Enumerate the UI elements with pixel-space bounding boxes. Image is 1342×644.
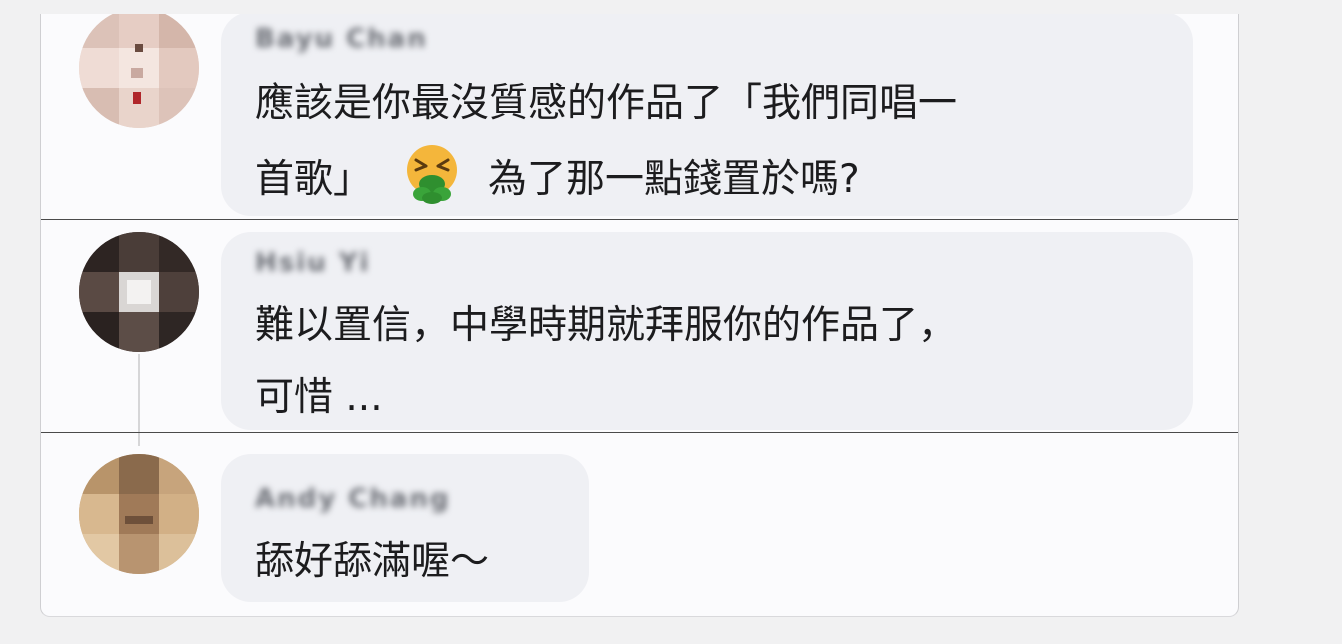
avatar[interactable] xyxy=(79,232,199,352)
avatar[interactable] xyxy=(79,14,199,128)
comment-author-name[interactable]: Hsiu Yi xyxy=(255,248,370,278)
comment-text-line-2: 首歌」 為了那一點錢置於嗎? xyxy=(255,144,860,216)
comment-separator xyxy=(41,432,1238,433)
comment-text-segment: 為了那一點錢置於嗎? xyxy=(488,157,860,202)
comment-thread-card: Bayu Chan 應該是你最沒質感的作品了「我們同唱一 首歌」 為了那一點錢置… xyxy=(40,14,1239,617)
comment-text-line-1: 難以置信，中學時期就拜服你的作品了， xyxy=(255,303,958,348)
comment-author-name[interactable]: Andy Chang xyxy=(255,484,451,514)
comment-bubble: Andy Chang 舔好舔滿喔～ xyxy=(221,454,589,602)
comment-bubble: Bayu Chan 應該是你最沒質感的作品了「我們同唱一 首歌」 為了那一點錢置… xyxy=(221,14,1193,216)
comment-bubble: Hsiu Yi 難以置信，中學時期就拜服你的作品了， 可惜 ... xyxy=(221,232,1193,430)
comment-text-segment: 首歌」 xyxy=(255,157,373,202)
nauseated-vomiting-face-icon xyxy=(404,144,460,204)
comment-author-name[interactable]: Bayu Chan xyxy=(255,24,428,54)
comment-text-line-1: 應該是你最沒質感的作品了「我們同唱一 xyxy=(255,81,958,126)
comment-separator xyxy=(41,219,1238,220)
comment-text-line-1: 舔好舔滿喔～ xyxy=(255,539,490,584)
comment-text-line-2: 可惜 ... xyxy=(255,375,383,420)
avatar[interactable] xyxy=(79,454,199,574)
